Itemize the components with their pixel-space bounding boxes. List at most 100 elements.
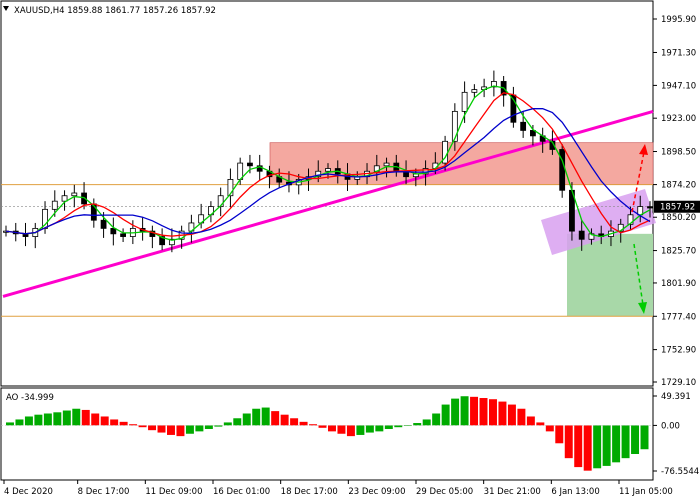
resistance-zone — [269, 142, 654, 185]
header-close: 1857.92 — [181, 6, 216, 16]
ao-bar — [290, 418, 299, 426]
price-tick-label: 1825.70 — [661, 247, 696, 257]
time-tick-label: 29 Dec 05:00 — [416, 487, 473, 497]
ao-bar — [148, 425, 157, 431]
candle-body — [100, 219, 107, 229]
ao-bar — [602, 425, 611, 466]
ao-bar — [470, 396, 479, 426]
time-tick-label: 8 Dec 17:00 — [78, 487, 130, 497]
time-tick-label: 11 Dec 09:00 — [145, 487, 202, 497]
chart-triangle-icon — [3, 6, 9, 11]
price-tick-label: 1874.20 — [661, 181, 696, 191]
ao-bar — [157, 425, 166, 433]
ao-bar — [489, 399, 497, 426]
candle-body — [71, 192, 78, 197]
price-tick-label: 1923.00 — [661, 114, 696, 124]
ao-bar — [72, 408, 81, 426]
chart-header: XAUUSD,H4 1859.88 1861.77 1857.26 1857.9… — [14, 6, 216, 16]
ao-bar — [356, 425, 365, 435]
ao-bar — [223, 422, 232, 426]
ao-bar — [375, 425, 384, 432]
price-tick-label: 1898.50 — [661, 148, 696, 158]
ao-bar — [365, 425, 374, 433]
time-tick-label: 18 Dec 17:00 — [281, 487, 338, 497]
ao-label: AO -34.999 — [6, 393, 54, 403]
ao-bar — [346, 425, 355, 437]
ao-bar — [34, 414, 43, 426]
ao-bar — [138, 425, 147, 428]
candle-body — [383, 162, 390, 167]
ao-histogram — [1, 396, 653, 471]
candle-body — [247, 162, 253, 167]
price-tick-label: 1729.10 — [661, 378, 696, 388]
ao-bar — [185, 425, 194, 434]
ao-bar — [621, 425, 630, 459]
ao-bar — [555, 425, 564, 444]
ao-bar — [432, 413, 441, 426]
ao-bar — [204, 425, 213, 429]
ao-bar — [261, 407, 270, 426]
time-tick-label: 16 Dec 01:00 — [213, 487, 270, 497]
candle-body — [51, 200, 58, 210]
candle-body — [325, 168, 331, 172]
time-tick-label: 4 Dec 2020 — [4, 487, 53, 497]
trendline — [2, 109, 654, 298]
ao-bar — [413, 423, 422, 426]
ao-bar — [640, 425, 649, 450]
ao-bar — [612, 425, 621, 463]
price-tick-label: 1995.90 — [661, 15, 696, 25]
price-tick-label: 1777.40 — [661, 312, 696, 322]
ao-bar — [53, 412, 62, 426]
time-tick-label: 11 Jan 05:00 — [619, 487, 673, 497]
price-tick-label: 1752.90 — [661, 346, 696, 356]
header-open: 1859.88 — [67, 6, 102, 16]
ao-bar — [328, 425, 336, 432]
ao-bar — [441, 404, 450, 426]
ao-bar — [167, 425, 175, 435]
price-tick-label: 1850.20 — [661, 213, 696, 223]
header-high: 1861.77 — [105, 6, 140, 16]
current-price-label: 1857.92 — [660, 203, 695, 213]
ao-bar — [337, 425, 346, 434]
ao-bar — [498, 401, 507, 426]
ao-bar — [110, 419, 119, 426]
ao-bar — [252, 408, 261, 426]
ao-bar — [564, 425, 573, 459]
ao-panel-frame — [0, 387, 654, 481]
ao-bar — [62, 410, 71, 426]
ao-bar — [280, 414, 289, 426]
ao-tick-label: -76.5544 — [661, 467, 699, 477]
ao-bar — [479, 398, 488, 426]
candle-body — [578, 230, 585, 240]
ao-bar — [24, 416, 33, 426]
ao-bar — [526, 416, 535, 426]
time-tick-label: 23 Dec 09:00 — [348, 487, 405, 497]
ao-bar — [460, 396, 469, 426]
main-panel-frame — [0, 0, 654, 387]
ao-bar — [15, 419, 24, 426]
ao-bar — [536, 422, 545, 426]
ao-bar — [384, 425, 393, 429]
ao-bar — [81, 409, 90, 426]
ao-bar — [545, 425, 554, 432]
ao-bar — [583, 425, 592, 471]
price-tick-label: 1971.30 — [661, 48, 696, 58]
ao-bar — [176, 425, 185, 437]
ao-tick-label: 0.00 — [661, 421, 680, 431]
header-low: 1857.26 — [143, 6, 178, 16]
candle-body — [471, 89, 478, 93]
ao-bar — [271, 411, 280, 426]
ao-bar — [195, 425, 204, 432]
candle-body — [559, 149, 566, 191]
candle-body — [461, 91, 468, 112]
candle-body — [120, 233, 126, 237]
ao-bar — [43, 413, 52, 426]
header-symbol: XAUUSD,H4 — [14, 6, 65, 16]
ao-bar — [394, 425, 403, 428]
ao-bar — [233, 418, 242, 426]
ao-bar — [451, 398, 460, 426]
price-chart[interactable]: 1995.90 1971.30 1947.10 1923.00 1898.50 1874.… — [0, 0, 700, 500]
ao-bar — [91, 413, 100, 426]
ao-bar — [299, 421, 308, 426]
ao-bar — [119, 421, 128, 426]
